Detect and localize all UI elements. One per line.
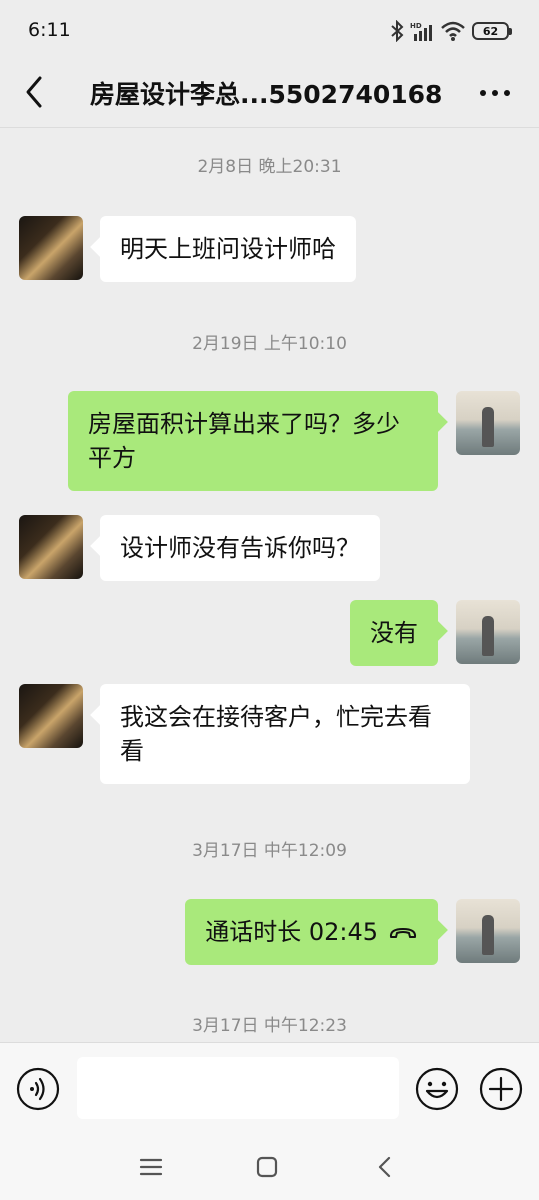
contact-avatar[interactable] xyxy=(19,684,83,748)
plus-icon xyxy=(479,1067,523,1111)
title-bar: 房屋设计李总...5502740168 xyxy=(0,60,539,128)
timestamp: 2月8日 晚上20:31 xyxy=(197,157,342,177)
contact-avatar[interactable] xyxy=(19,216,83,280)
more-button[interactable] xyxy=(475,78,515,108)
outgoing-message[interactable]: 没有 xyxy=(350,600,438,666)
back-chevron-icon xyxy=(378,1156,391,1178)
svg-text:HD: HD xyxy=(410,22,422,30)
timestamp: 3月17日 中午12:23 xyxy=(192,1016,347,1036)
emoji-button[interactable] xyxy=(415,1067,459,1111)
incoming-message[interactable]: 设计师没有告诉你吗？ xyxy=(100,515,380,581)
my-avatar[interactable] xyxy=(456,600,520,664)
contact-avatar[interactable] xyxy=(19,515,83,579)
chat-area[interactable]: 2月8日 晚上20:31 明天上班问设计师哈 2月19日 上午10:10 房屋面… xyxy=(0,129,539,1042)
system-nav-bar xyxy=(0,1134,539,1200)
call-record-message[interactable]: 通话时长 02:45 xyxy=(185,899,438,965)
wifi-icon xyxy=(441,21,465,41)
incoming-message[interactable]: 我这会在接待客户，忙完去看看 xyxy=(100,684,470,784)
battery-level: 62 xyxy=(482,24,499,38)
back-button[interactable] xyxy=(20,74,52,110)
chevron-left-icon xyxy=(26,76,42,108)
emoji-icon xyxy=(415,1067,459,1111)
input-bar xyxy=(0,1042,539,1134)
call-duration-text: 通话时长 02:45 xyxy=(205,918,378,946)
message-text: 明天上班问设计师哈 xyxy=(120,235,336,263)
status-icons: HD 62 xyxy=(390,18,512,44)
more-dots-icon xyxy=(480,90,510,96)
phone-hangup-icon xyxy=(389,928,417,938)
nav-back-button[interactable] xyxy=(372,1154,398,1180)
incoming-message[interactable]: 明天上班问设计师哈 xyxy=(100,216,356,282)
home-square-icon xyxy=(256,1156,278,1178)
timestamp: 2月19日 上午10:10 xyxy=(192,334,347,354)
menu-icon xyxy=(139,1158,163,1176)
add-attachment-button[interactable] xyxy=(479,1067,523,1111)
message-text: 设计师没有告诉你吗？ xyxy=(120,534,360,562)
message-text: 我这会在接待客户，忙完去看看 xyxy=(120,703,432,765)
message-text: 房屋面积计算出来了吗？多少平方 xyxy=(88,410,400,472)
nav-menu-button[interactable] xyxy=(138,1154,164,1180)
signal-icon: HD xyxy=(410,22,432,41)
nav-home-button[interactable] xyxy=(254,1154,280,1180)
voice-button[interactable] xyxy=(16,1067,60,1111)
message-text: 没有 xyxy=(370,619,418,647)
timestamp: 3月17日 中午12:09 xyxy=(192,841,347,861)
outgoing-message[interactable]: 房屋面积计算出来了吗？多少平方 xyxy=(68,391,438,491)
chat-title: 房屋设计李总...5502740168 xyxy=(90,80,443,109)
status-time: 6:11 xyxy=(28,19,71,41)
status-bar: 6:11 HD 62 xyxy=(0,0,539,60)
bluetooth-icon xyxy=(391,20,404,42)
battery-icon: 62 xyxy=(472,22,512,40)
my-avatar[interactable] xyxy=(456,391,520,455)
voice-icon xyxy=(16,1067,60,1111)
my-avatar[interactable] xyxy=(456,899,520,963)
message-input[interactable] xyxy=(77,1057,399,1119)
